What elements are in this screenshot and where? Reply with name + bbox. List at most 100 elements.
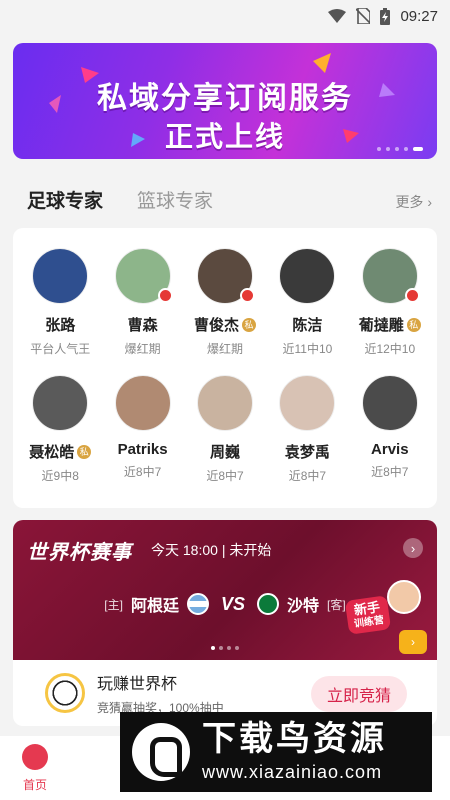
expert-avatar: [361, 375, 418, 431]
expert-item[interactable]: 陈洁近11中10: [266, 248, 348, 357]
worldcup-title: 世界杯赛事: [27, 542, 132, 564]
soccer-ball-icon: [45, 673, 85, 713]
expert-name: 袁梦禹: [284, 444, 330, 461]
expert-record: 近9中8: [41, 469, 79, 483]
away-tag: [客]: [327, 597, 346, 612]
watermark-brand: 下载鸟资源: [202, 719, 387, 758]
expert-item[interactable]: 聂松皓私近9中8: [19, 375, 101, 484]
expert-name: 聂松皓: [29, 444, 75, 461]
experts-card: 张路 平台人气王 曹森 爆红期 曹俊杰私爆红期 陈洁 近11中10 葡撻雕私近12中10 聂松皓…: [13, 228, 437, 508]
home-tag: [主]: [104, 597, 123, 612]
banner-dot: [395, 147, 399, 151]
expert-name-row: 聂松皓私: [29, 441, 92, 462]
expert-record: 近8中7: [288, 469, 327, 483]
expert-record: 爆红期: [206, 342, 243, 356]
expert-name-row: 袁梦禹: [285, 441, 330, 462]
expert-record: 近8中7: [206, 469, 244, 483]
match-pagination: [211, 646, 239, 650]
bird-logo-icon: [132, 723, 190, 781]
expert-item[interactable]: Arvis 近8中7: [349, 375, 431, 484]
expert-name: 陈洁: [292, 317, 323, 334]
chevron-right-icon[interactable]: ›: [403, 538, 423, 558]
private-badge-icon: 私: [406, 317, 421, 332]
expert-name: 曹俊杰: [193, 317, 239, 334]
banner-dot: [377, 147, 381, 151]
expert-name: 葡撻雕: [358, 317, 404, 334]
training-camp-widget[interactable]: 新手 训练营 ›: [344, 580, 431, 658]
expert-item[interactable]: 张路 平台人气王: [19, 248, 101, 357]
expert-name: Patriks: [117, 441, 168, 458]
argentina-flag-icon: [186, 593, 209, 615]
expert-record: 近8中7: [371, 465, 409, 479]
promo-title: 玩赚世界杯: [97, 676, 178, 693]
expert-item[interactable]: 葡撻雕私近12中10: [349, 248, 431, 357]
promo-banner[interactable]: 私域分享订阅服务 正式上线: [13, 43, 437, 159]
expert-avatar: [114, 375, 171, 431]
expert-avatar: [32, 375, 89, 431]
fire-badge-icon: [404, 288, 420, 303]
experts-grid: 张路 平台人气王 曹森 爆红期 曹俊杰私爆红期 陈洁 近11中10 葡撻雕私近12中10 聂松皓…: [13, 228, 437, 484]
expert-item[interactable]: 袁梦禹近8中7: [266, 375, 348, 484]
expert-record: 近8中7: [123, 465, 162, 479]
watermark-url: www.xiazainiao.com: [202, 761, 383, 782]
expert-name: Arvis: [371, 441, 409, 458]
expert-name-row: Patriks: [118, 441, 168, 458]
expert-avatar: [279, 375, 336, 431]
expert-name-row: 周巍: [210, 441, 240, 462]
promo-text: 玩赚世界杯 竞猜赢抽奖，100%抽中: [97, 670, 224, 716]
expert-avatar: [361, 248, 420, 304]
expert-avatar: [114, 248, 173, 304]
tab-basketball-experts[interactable]: 篮球专家: [137, 186, 213, 213]
expert-tabs: 足球专家 篮球专家 更多 ›: [27, 186, 432, 213]
expert-name: 曹森: [127, 317, 158, 334]
expert-record: 平台人气王: [30, 342, 91, 356]
guess-now-button[interactable]: 立即竞猜: [311, 676, 407, 712]
play-icon: ›: [399, 630, 427, 654]
banner-subheadline: 正式上线: [164, 121, 285, 152]
expert-item[interactable]: 周巍近8中7: [184, 375, 266, 484]
expert-avatar: [196, 375, 253, 431]
expert-item[interactable]: 曹俊杰私爆红期: [184, 248, 266, 357]
watermark: 下载鸟资源 www.xiazainiao.com: [120, 712, 432, 792]
clock: 09:27: [400, 7, 438, 25]
saudi-flag-icon: [257, 593, 279, 615]
more-link[interactable]: 更多 ›: [395, 192, 432, 212]
match-time: 今天 18:00 | 未开始: [151, 542, 272, 558]
no-sim-icon: [356, 8, 371, 24]
nav-home-label: 首页: [22, 778, 47, 792]
worldcup-match-banner[interactable]: 世界杯赛事 今天 18:00 | 未开始 › [主] 阿根廷 VS 沙特 [客]…: [13, 520, 437, 660]
expert-avatar: [32, 248, 89, 304]
tab-football-experts[interactable]: 足球专家: [27, 186, 103, 213]
expert-record: 近11中10: [282, 342, 333, 356]
more-label: 更多: [395, 194, 424, 210]
expert-record: 爆红期: [124, 342, 161, 356]
chevron-right-icon: ›: [427, 194, 432, 210]
expert-item[interactable]: 曹森 爆红期: [101, 248, 183, 357]
match-dot: [235, 646, 239, 650]
banner-dot: [404, 147, 408, 151]
training-camp-badge: 新手 训练营: [344, 595, 392, 636]
expert-name-row: 葡撻雕私: [359, 314, 421, 335]
mascot-avatar: [387, 580, 421, 614]
fire-badge-icon: [157, 288, 173, 303]
away-team: 沙特: [287, 598, 320, 615]
expert-avatar: [279, 248, 336, 304]
fire-badge-icon: [239, 288, 255, 303]
worldcup-card: 世界杯赛事 今天 18:00 | 未开始 › [主] 阿根廷 VS 沙特 [客]…: [13, 520, 437, 726]
vs-label: VS: [220, 593, 245, 614]
status-bar: 09:27: [0, 0, 450, 32]
home-team: 阿根廷: [130, 598, 179, 615]
expert-name-row: 曹俊杰私: [194, 314, 256, 335]
expert-name-row: Arvis: [371, 441, 409, 458]
expert-name-row: 曹森: [128, 314, 158, 335]
home-icon: [22, 744, 48, 770]
expert-avatar: [196, 248, 255, 304]
expert-item[interactable]: Patriks 近8中7: [101, 375, 183, 484]
private-badge-icon: 私: [77, 444, 92, 459]
private-badge-icon: 私: [242, 317, 256, 332]
banner-pagination: [377, 147, 423, 151]
match-dot: [219, 646, 223, 650]
wifi-icon: [328, 9, 347, 23]
nav-home[interactable]: 首页: [22, 744, 48, 793]
expert-name: 周巍: [209, 444, 240, 461]
